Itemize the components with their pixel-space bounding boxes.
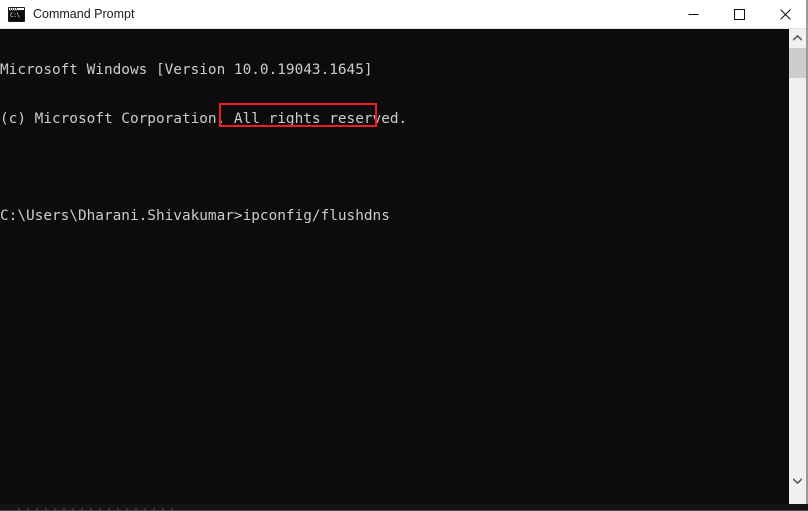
command-prompt-window: C:\ Command Prompt Microsoft Windows [Ve… [0, 0, 808, 511]
icon-prompt-text: C:\ [9, 10, 24, 21]
minimize-icon [688, 9, 699, 20]
minimize-button[interactable] [670, 0, 716, 28]
maximize-button[interactable] [716, 0, 762, 28]
console-output-area[interactable]: Microsoft Windows [Version 10.0.19043.16… [0, 29, 789, 504]
close-button[interactable] [762, 0, 808, 28]
console-line-copyright: (c) Microsoft Corporation. All rights re… [0, 111, 408, 127]
scroll-down-button[interactable] [789, 472, 806, 490]
window-title: Command Prompt [33, 6, 135, 21]
command-prompt-icon: C:\ [8, 6, 25, 22]
chevron-down-icon [793, 478, 802, 484]
maximize-icon [733, 8, 745, 20]
scroll-up-button[interactable] [789, 29, 806, 47]
scrollbar-thumb[interactable] [789, 48, 806, 78]
chevron-up-icon [793, 35, 802, 41]
console-text: Microsoft Windows [Version 10.0.19043.16… [0, 30, 407, 257]
vertical-scrollbar[interactable] [789, 29, 806, 504]
console-line-prompt-command: C:\Users\Dharani.Shivakumar>ipconfig/flu… [0, 208, 390, 225]
console-line-os-banner: Microsoft Windows [Version 10.0.19043.16… [0, 62, 373, 79]
close-icon [779, 8, 791, 20]
console-line-blank [0, 160, 407, 176]
bottom-obscured-strip [0, 504, 808, 511]
title-bar[interactable]: C:\ Command Prompt [0, 0, 808, 29]
scrollbar-track[interactable] [789, 78, 806, 472]
